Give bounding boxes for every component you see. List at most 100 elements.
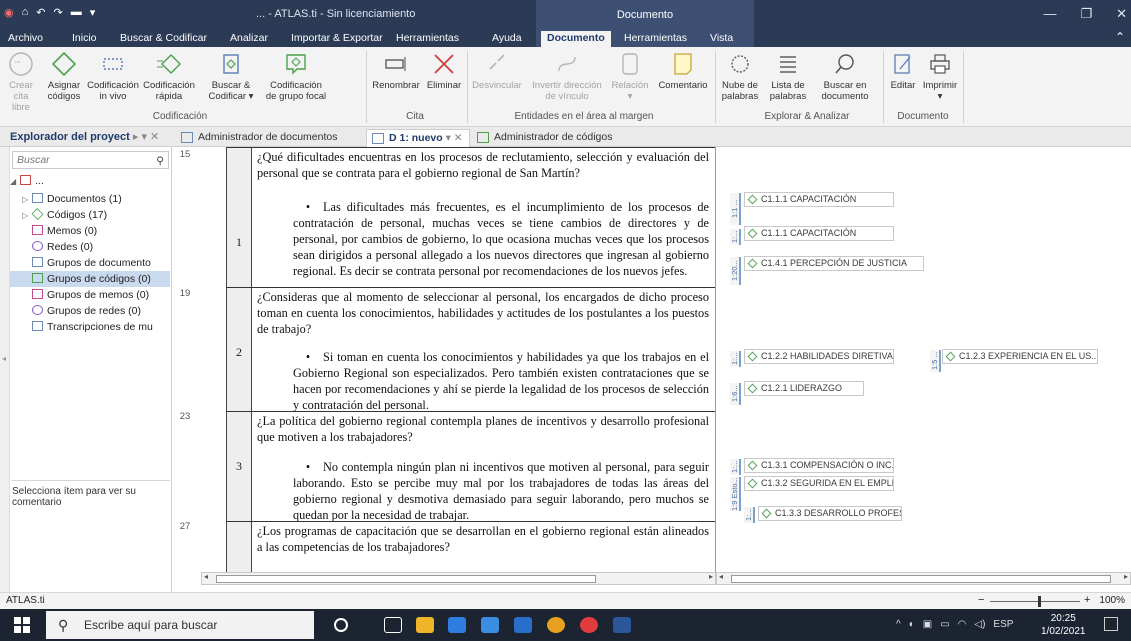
scroll-left-icon[interactable]: ◂	[719, 572, 723, 581]
atlas-ti-icon[interactable]	[580, 617, 598, 633]
tree-item-grupos-documentos[interactable]: Grupos de documento	[10, 255, 170, 271]
hscroll-thumb[interactable]	[216, 575, 596, 583]
renombrar-button[interactable]: Renombrar	[370, 51, 422, 91]
document-editor[interactable]: 15 19 23 27 ¿Qué dificultades encuentras…	[173, 147, 716, 572]
code-tag[interactable]: C1.4.1 PERCEPCIÓN DE JUSTICIA	[744, 256, 924, 271]
tab-administrador-documentos[interactable]: Administrador de documentos	[176, 129, 364, 147]
wifi-icon[interactable]: ◠	[958, 619, 967, 630]
redo-icon[interactable]: ↷	[53, 6, 62, 19]
tab-importar-exportar[interactable]: Importar & Exportar	[285, 31, 389, 47]
explorer-search-input[interactable]: Buscar ⚲	[12, 151, 169, 169]
tray-battery-icon[interactable]: ▭	[940, 619, 949, 630]
lista-palabras-button[interactable]: Lista de palabras	[766, 51, 810, 102]
tree-item-memos[interactable]: Memos (0)	[10, 223, 170, 239]
cortana-icon[interactable]	[334, 618, 348, 632]
collapse-ribbon-icon[interactable]: ⌃	[1115, 30, 1125, 44]
quote-bracket[interactable]: 1:...	[730, 229, 741, 245]
file-explorer-icon[interactable]	[416, 617, 434, 633]
quote-bracket[interactable]: 1:5 ...	[930, 350, 941, 372]
explorer-panel-header[interactable]: Explorador del proyect ▸ ▾ ✕	[0, 127, 172, 147]
notification-icon[interactable]	[1104, 617, 1118, 631]
comentario-button[interactable]: Comentario	[654, 51, 712, 91]
tray-app-icon[interactable]: ◐	[909, 619, 915, 630]
margin-hscrollbar[interactable]: ◂ ▸	[716, 572, 1131, 585]
tab-analizar[interactable]: Analizar	[224, 31, 274, 47]
layout-icon[interactable]: ▬	[71, 6, 82, 19]
scroll-left-icon[interactable]: ◂	[204, 572, 208, 581]
qat-dropdown-icon[interactable]: ▾	[90, 6, 96, 19]
tab-archivo[interactable]: Archivo	[2, 31, 49, 47]
undo-icon[interactable]: ↶	[36, 6, 45, 19]
tab-documento[interactable]: Documento	[541, 31, 611, 47]
crear-cita-libre-button[interactable]: “” Crear cita libre	[2, 51, 40, 113]
tab-herramientas[interactable]: Herramientas	[390, 31, 465, 47]
tab-ayuda[interactable]: Ayuda	[486, 31, 528, 47]
tree-item-codigos[interactable]: ▷ Códigos (17)	[10, 207, 170, 223]
zoom-out-icon[interactable]: −	[978, 594, 984, 606]
quote-bracket[interactable]: 1:20...	[730, 257, 741, 285]
mail-icon[interactable]	[514, 617, 532, 633]
relacion-button[interactable]: Relación ▾	[608, 51, 652, 102]
tree-item-grupos-redes[interactable]: Grupos de redes (0)	[10, 303, 170, 319]
codificacion-rapida-button[interactable]: Codificación rápida	[142, 51, 196, 102]
code-tag[interactable]: C1.3.3 DESARROLLO PROFESI...	[758, 506, 902, 521]
buscar-en-documento-button[interactable]: Buscar en documento	[816, 51, 874, 102]
pin-icon[interactable]: ▸ ▾ ✕	[133, 131, 159, 143]
tab-inicio[interactable]: Inicio	[66, 31, 103, 47]
store-icon[interactable]	[481, 617, 499, 633]
nube-palabras-button[interactable]: Nube de palabras	[718, 51, 762, 102]
tree-root[interactable]: ◢...	[10, 173, 170, 189]
code-tag[interactable]: C1.3.2 SEGURIDA EN EL EMPLEO	[744, 476, 894, 491]
restore-icon[interactable]: ❐	[1080, 6, 1092, 22]
tree-item-grupos-memos[interactable]: Grupos de memos (0)	[10, 287, 170, 303]
buscar-codificar-button[interactable]: Buscar & Codificar ▾	[206, 51, 256, 102]
tree-item-redes[interactable]: Redes (0)	[10, 239, 170, 255]
margin-area[interactable]: 1:1 ... C1.1.1 CAPACITACIÓN 1:... C1.1.1…	[716, 147, 1131, 572]
asignar-codigos-button[interactable]: Asignar códigos	[44, 51, 84, 102]
tree-item-documentos[interactable]: ▷ Documentos (1)	[10, 191, 170, 207]
codificacion-grupo-focal-button[interactable]: Codificación de grupo focal	[262, 51, 330, 102]
code-tag[interactable]: C1.2.3 EXPERIENCIA EN EL US...	[942, 349, 1098, 364]
windows-start-icon[interactable]	[14, 617, 30, 633]
volume-icon[interactable]: ◁)	[974, 619, 985, 630]
zoom-slider[interactable]	[990, 601, 1080, 602]
close-tab-icon[interactable]: ▾ ✕	[446, 132, 463, 144]
left-collapse-gutter[interactable]: ◂	[0, 147, 10, 592]
tab-herramientas-contexto[interactable]: Herramientas	[618, 31, 693, 47]
eliminar-button[interactable]: Eliminar	[424, 51, 464, 91]
tree-item-transcripciones[interactable]: Transcripciones de mu	[10, 319, 170, 335]
hscroll-thumb[interactable]	[731, 575, 1111, 583]
tab-administrador-codigos[interactable]: Administrador de códigos	[472, 129, 642, 147]
invertir-direccion-button[interactable]: Invertir dirección de vínculo	[527, 51, 607, 102]
imprimir-button[interactable]: Imprimir ▾	[920, 51, 960, 102]
scroll-right-icon[interactable]: ▸	[1124, 572, 1128, 581]
tray-network-icon[interactable]: ▣	[923, 619, 932, 630]
desvincular-button[interactable]: Desvincular	[469, 51, 525, 91]
word-icon[interactable]	[613, 617, 631, 633]
tab-d1-nuevo[interactable]: D 1: nuevo ▾ ✕	[366, 129, 470, 147]
taskbar-search-input[interactable]: ⚲ Escribe aquí para buscar	[46, 611, 314, 639]
code-tag[interactable]: C1.1.1 CAPACITACIÓN	[744, 192, 894, 207]
quote-bracket[interactable]: 1:...	[730, 459, 741, 475]
editar-button[interactable]: Editar	[886, 51, 920, 91]
tray-chevron-icon[interactable]: ^	[896, 619, 901, 630]
quote-bracket[interactable]: 1:1 ...	[730, 193, 741, 225]
save-icon[interactable]: ⌂	[22, 6, 29, 19]
minimize-icon[interactable]: —	[1043, 6, 1056, 22]
tree-item-grupos-codigos[interactable]: Grupos de códigos (0)	[10, 271, 170, 287]
task-view-icon[interactable]	[384, 617, 402, 633]
code-tag[interactable]: C1.2.2 HABILIDADES DIRETIVA...	[744, 349, 894, 364]
codificacion-in-vivo-button[interactable]: Codificación in vivo	[86, 51, 140, 102]
document-hscrollbar[interactable]: ◂ ▸	[201, 572, 716, 585]
code-tag[interactable]: C1.3.1 COMPENSACIÓN O INC...	[744, 458, 894, 473]
code-tag[interactable]: C1.1.1 CAPACITACIÓN	[744, 226, 894, 241]
scroll-right-icon[interactable]: ▸	[709, 572, 713, 581]
zoom-slider-thumb[interactable]	[1038, 596, 1041, 607]
zoom-app-icon[interactable]	[448, 617, 466, 633]
quote-bracket[interactable]: 1:9 Esto...	[730, 477, 741, 511]
tab-vista[interactable]: Vista	[704, 31, 739, 47]
quote-bracket[interactable]: 1:6...	[730, 383, 741, 405]
chrome-icon[interactable]	[547, 617, 565, 633]
quote-bracket[interactable]: 1:...	[744, 507, 755, 523]
code-tag[interactable]: C1.2.1 LIDERAZGO	[744, 381, 864, 396]
